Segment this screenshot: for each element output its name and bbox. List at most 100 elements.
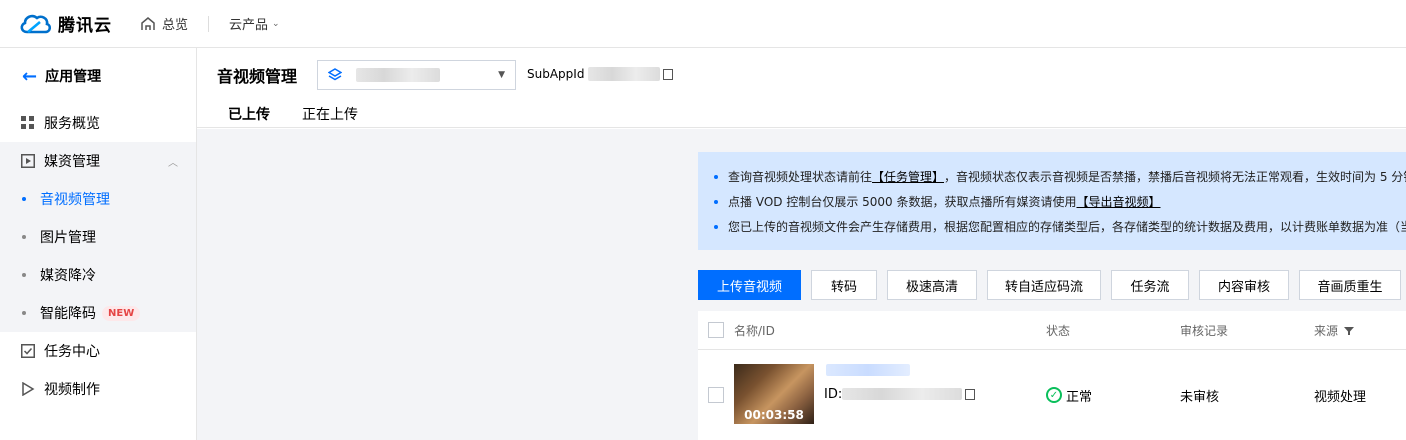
back-label: 应用管理 <box>45 69 102 85</box>
sidebar-item-label: 任务中心 <box>44 344 100 360</box>
media-id-prefix: ID: <box>824 386 843 402</box>
sidebar-item-label: 媒资管理 <box>44 154 100 170</box>
media-id: ID: <box>824 385 976 403</box>
new-badge: NEW <box>102 305 141 321</box>
task-management-link[interactable]: 【任务管理】 <box>872 168 944 185</box>
app-name-redacted <box>356 68 440 82</box>
status-badge: ✓ 正常 <box>1046 386 1093 405</box>
task-flow-button[interactable]: 任务流 <box>1111 270 1189 300</box>
page-header: 音视频管理 ▼ SubAppId 已上传 正在上传 <box>197 48 1406 133</box>
status-text: 正常 <box>1066 389 1093 405</box>
tencent-cloud-logo-icon <box>20 14 52 33</box>
sidebar-item-task-center[interactable]: 任务中心 <box>0 332 196 370</box>
arrow-left-icon: ← <box>22 65 38 87</box>
sidebar-subitem-label: 音视频管理 <box>40 192 110 208</box>
column-header-name: 名称/ID <box>734 324 775 338</box>
subapp-id-label: SubAppId <box>527 67 585 81</box>
back-to-app-management[interactable]: ← 应用管理 <box>0 48 196 104</box>
source-value: 视频处理 <box>1314 389 1367 405</box>
av-quality-rebirth-button[interactable]: 音画质重生 <box>1299 270 1401 300</box>
bullet-dot <box>714 199 718 204</box>
sidebar-item-video-production[interactable]: 视频制作 <box>0 370 196 408</box>
divider <box>208 15 210 32</box>
adaptive-stream-button[interactable]: 转自适应码流 <box>987 270 1101 300</box>
app-selector[interactable]: ▼ <box>317 60 516 90</box>
export-media-link[interactable]: 【导出音视频】 <box>1076 193 1160 210</box>
sidebar-item-label: 视频制作 <box>44 382 100 398</box>
action-toolbar: 上传音视频 转码 极速高清 转自适应码流 任务流 内容审核 音画质重生 <box>698 270 1406 300</box>
layers-icon <box>328 68 342 81</box>
column-header-source-label: 来源 <box>1314 324 1339 338</box>
tab-uploading[interactable]: 正在上传 <box>291 98 369 133</box>
play-triangle-icon <box>20 381 36 397</box>
tab-bar: 已上传 正在上传 <box>217 98 379 133</box>
bullet-dot <box>22 273 26 277</box>
overview-label: 总览 <box>162 18 189 33</box>
media-table: 名称/ID 状态 审核记录 来源 00:03:58 ID: ✓ 正常 未审核 视… <box>698 311 1406 440</box>
play-square-icon <box>20 153 36 169</box>
column-header-source[interactable]: 来源 <box>1314 311 1355 350</box>
notice-text: ，音视频状态仅表示音视频是否禁播，禁播后音视频将无法正常观看，生效时间为 5 分… <box>944 170 1406 184</box>
sidebar: ← 应用管理 服务概览 媒资管理 ︿ 音视频管理 图片管理 媒资降冷 智能降码 … <box>0 48 197 440</box>
sidebar-item-service-overview[interactable]: 服务概览 <box>0 104 196 142</box>
content-review-button[interactable]: 内容审核 <box>1199 270 1289 300</box>
bullet-dot <box>22 197 26 201</box>
media-id-redacted <box>842 388 963 400</box>
bullet-dot <box>714 224 718 229</box>
notice-text: 点播 VOD 控制台仅展示 5000 条数据，获取点播所有媒资请使用 <box>728 195 1077 209</box>
table-header: 名称/ID 状态 审核记录 来源 <box>698 311 1406 350</box>
top-navbar: 腾讯云 总览 云产品 ⌄ <box>0 0 1406 48</box>
subapp-id: SubAppId <box>527 67 674 81</box>
sidebar-subitem-smart-bitrate[interactable]: 智能降码 NEW <box>0 294 196 332</box>
dropdown-caret-icon: ▼ <box>498 70 505 80</box>
page-title: 音视频管理 <box>217 67 298 86</box>
checkbox-icon <box>20 343 36 359</box>
grid-icon <box>20 115 36 131</box>
column-header-status: 状态 <box>1046 324 1071 338</box>
subapp-id-redacted <box>588 67 661 81</box>
review-status: 未审核 <box>1180 389 1220 405</box>
filter-icon[interactable] <box>1344 326 1355 336</box>
notice-banner: 查询音视频处理状态请前往 【任务管理】 ，音视频状态仅表示音视频是否禁播，禁播后… <box>698 152 1406 250</box>
fast-hd-button[interactable]: 极速高清 <box>887 270 977 300</box>
notice-line: 您已上传的音视频文件会产生存储费用，根据您配置相应的存储类型后，各存储类型的统计… <box>698 214 1406 239</box>
copy-icon[interactable] <box>965 388 976 400</box>
notice-text: 查询音视频处理状态请前往 <box>728 170 873 184</box>
sidebar-subitem-label: 图片管理 <box>40 230 96 246</box>
transcode-button[interactable]: 转码 <box>811 270 877 300</box>
sidebar-subitem-media-cooling[interactable]: 媒资降冷 <box>0 256 196 294</box>
check-circle-icon: ✓ <box>1046 387 1062 403</box>
chevron-down-icon: ⌄ <box>272 18 280 29</box>
sidebar-subitem-av-management[interactable]: 音视频管理 <box>0 180 196 218</box>
sidebar-item-label: 服务概览 <box>44 116 100 132</box>
media-name-blur <box>826 364 910 376</box>
notice-line: 查询音视频处理状态请前往 【任务管理】 ，音视频状态仅表示音视频是否禁播，禁播后… <box>698 164 1406 189</box>
bullet-dot <box>22 235 26 239</box>
sidebar-item-media-management[interactable]: 媒资管理 ︿ <box>0 142 196 180</box>
brand-name: 腾讯云 <box>58 16 112 36</box>
copy-icon[interactable] <box>663 68 674 80</box>
media-name-redacted[interactable] <box>826 364 910 376</box>
sidebar-group-media: 媒资管理 ︿ 音视频管理 图片管理 媒资降冷 智能降码 NEW <box>0 142 196 332</box>
checkbox[interactable] <box>708 387 724 403</box>
select-all-checkbox[interactable] <box>708 322 724 338</box>
sidebar-subitem-image-management[interactable]: 图片管理 <box>0 218 196 256</box>
chevron-up-icon: ︿ <box>168 157 178 169</box>
notice-text: 您已上传的音视频文件会产生存储费用，根据您配置相应的存储类型后，各存储类型的统计… <box>728 220 1406 234</box>
row-checkbox[interactable] <box>708 387 724 403</box>
logo[interactable]: 腾讯云 <box>18 11 112 36</box>
products-menu[interactable]: 云产品 ⌄ <box>229 14 280 33</box>
upload-av-button[interactable]: 上传音视频 <box>698 270 801 300</box>
table-row: 00:03:58 ID: ✓ 正常 未审核 视频处理 <box>698 351 1406 440</box>
notice-line: 点播 VOD 控制台仅展示 5000 条数据，获取点播所有媒资请使用 【导出音视… <box>698 189 1406 214</box>
checkbox[interactable] <box>708 322 724 338</box>
products-label: 云产品 <box>229 18 269 33</box>
sidebar-subitem-label: 智能降码 <box>40 306 96 322</box>
tab-uploaded[interactable]: 已上传 <box>217 98 281 133</box>
video-duration: 00:03:58 <box>744 408 804 422</box>
overview-link[interactable]: 总览 <box>140 14 188 33</box>
sidebar-subitem-label: 媒资降冷 <box>40 268 96 284</box>
bullet-dot <box>714 174 718 179</box>
video-thumbnail[interactable]: 00:03:58 <box>734 364 814 424</box>
home-icon <box>141 16 155 30</box>
